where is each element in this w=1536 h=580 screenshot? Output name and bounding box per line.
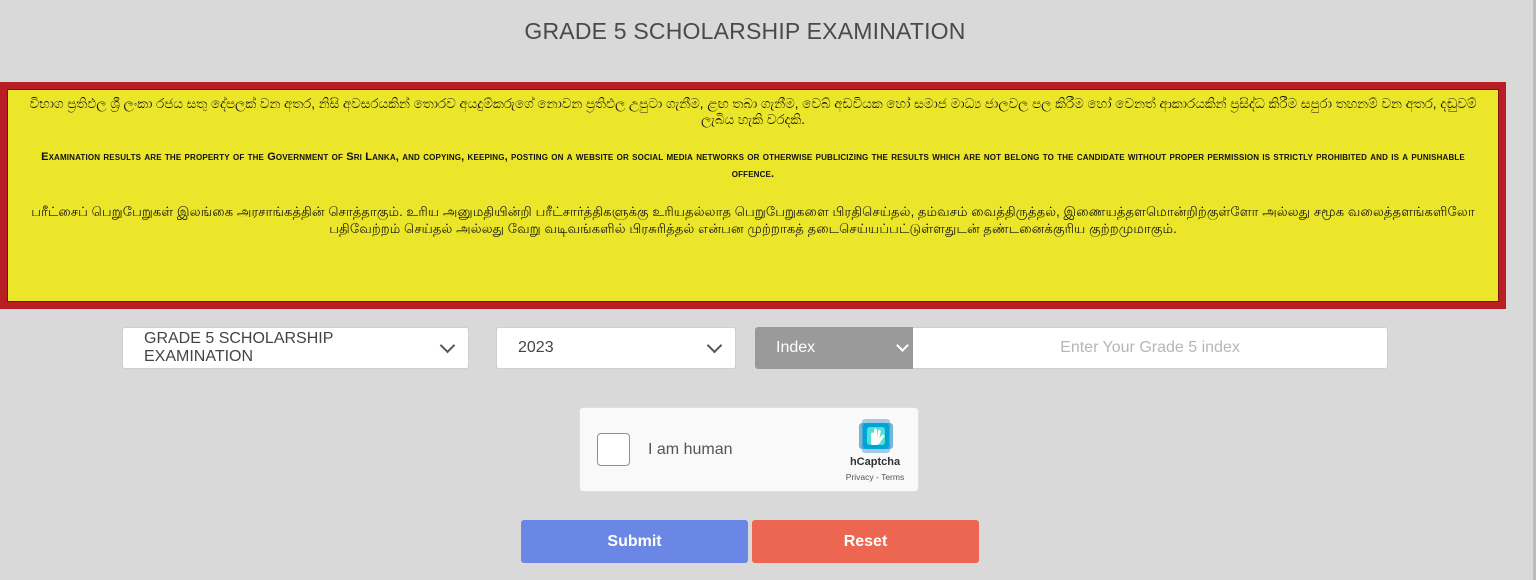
hcaptcha-logo-icon [859,419,893,453]
chevron-down-icon [439,337,456,354]
index-input[interactable] [913,327,1388,369]
notice-english: Examination results are the property of … [41,151,1465,180]
legal-notice: විභාග ප්‍රතිඵල ශ්‍රී ලංකා රජය සතු දේපලක්… [0,82,1506,309]
captcha-brand: hCaptcha [849,456,901,468]
chevron-down-icon [896,339,909,352]
year-select[interactable]: 2023 [496,327,736,369]
page-title: GRADE 5 SCHOLARSHIP EXAMINATION [524,18,966,44]
notice-sinhala: විභාග ප්‍රතිඵල ශ්‍රී ලංකා රජය සතු දේපලක්… [29,96,1477,127]
index-type-select[interactable]: Index [755,327,914,369]
notice-tamil: பரீட்சைப் பெறுபேறுகள் இலங்கை அரசாங்கத்தி… [31,204,1475,236]
year-select-value: 2023 [518,339,554,356]
index-type-value: Index [776,339,816,356]
exam-select[interactable]: GRADE 5 SCHOLARSHIP EXAMINATION [122,327,469,369]
exam-select-value: GRADE 5 SCHOLARSHIP EXAMINATION [144,330,334,365]
reset-button[interactable]: Reset [752,520,979,563]
captcha-checkbox[interactable] [597,433,630,466]
submit-button[interactable]: Submit [521,520,748,563]
captcha-privacy-terms-link[interactable]: Privacy - Terms [832,472,918,482]
hcaptcha-widget: I am human hCaptcha Privacy - Terms [579,407,919,492]
captcha-label: I am human [648,441,733,458]
results-page: GRADE 5 SCHOLARSHIP EXAMINATION විභාග ප්… [0,0,1536,580]
chevron-down-icon [706,337,723,354]
